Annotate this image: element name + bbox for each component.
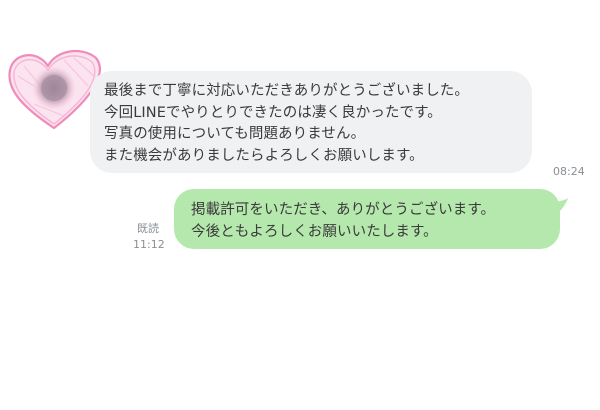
message-line: 最後まで丁寧に対応いただきありがとうございました。 — [104, 83, 469, 99]
incoming-timestamp: 08:24 — [553, 165, 585, 178]
message-line: 今後ともよろしくお願いいたします。 — [191, 223, 438, 240]
read-status: 既読 — [137, 222, 159, 235]
message-line: また機会がありましたらよろしくお願いします。 — [104, 147, 424, 164]
incoming-message-bubble[interactable]: 最後まで丁寧に対応いただきありがとうございました。 今回LINEでやりとりできた… — [90, 71, 532, 173]
chat-window: 最後まで丁寧に対応いただきありがとうございました。 今回LINEでやりとりできた… — [0, 0, 600, 410]
heart-avatar-icon — [8, 49, 101, 130]
avatar[interactable] — [4, 46, 104, 134]
outgoing-message-bubble[interactable]: 掲載許可をいただき、ありがとうございます。 今後ともよろしくお願いいたします。 — [174, 189, 560, 249]
outgoing-timestamp: 11:12 — [133, 238, 165, 251]
message-line: 今回LINEでやりとりできたのは凄く良かったです。 — [104, 104, 442, 121]
message-line: 掲載許可をいただき、ありがとうございます。 — [191, 202, 496, 218]
message-line: 写真の使用についても問題ありません。 — [104, 126, 366, 142]
